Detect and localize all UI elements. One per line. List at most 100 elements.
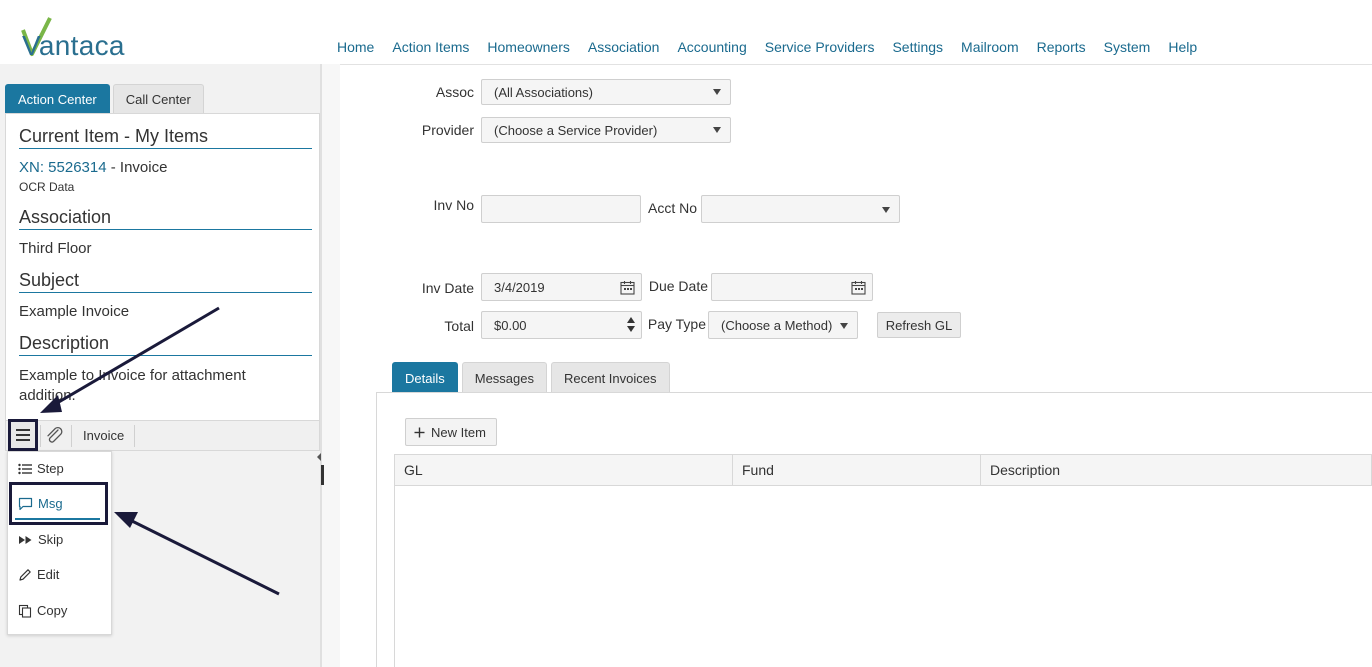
toolbar-divider: [134, 425, 135, 447]
duedate-input[interactable]: [711, 273, 873, 301]
acctno-select[interactable]: [701, 195, 900, 223]
menu-item-skip[interactable]: Skip: [18, 532, 63, 547]
menu-item-msg[interactable]: Msg: [18, 496, 63, 511]
nav-accounting[interactable]: Accounting: [677, 39, 746, 55]
gl-grid-body: [394, 486, 1372, 667]
assoc-value: (All Associations): [494, 84, 593, 100]
speech-bubble-icon: [18, 497, 33, 510]
provider-label: Provider: [421, 122, 474, 138]
collapse-arrow-icon[interactable]: [316, 453, 322, 461]
paytype-value: (Choose a Method): [721, 317, 833, 333]
nav-system[interactable]: System: [1104, 39, 1151, 55]
chevron-down-icon: [882, 207, 890, 213]
msg-active-underline: [15, 518, 100, 520]
menu-item-label: Skip: [38, 532, 64, 547]
association-heading: Association: [19, 207, 112, 227]
vantaca-logo[interactable]: Vantaca: [10, 8, 150, 61]
pencil-icon: [19, 568, 31, 581]
tab-call-center[interactable]: Call Center: [112, 84, 204, 113]
nav-help[interactable]: Help: [1168, 39, 1197, 55]
chevron-down-icon: [713, 127, 721, 133]
chevron-down-icon: [840, 323, 848, 329]
duedate-label: Due Date: [648, 278, 708, 294]
column-header-gl[interactable]: GL: [395, 455, 733, 485]
heading-rule: [19, 148, 312, 149]
invno-input[interactable]: [481, 195, 641, 223]
chevron-down-icon: [713, 89, 721, 95]
menu-item-label: Step: [37, 461, 64, 476]
gl-grid-header: GL Fund Description: [394, 454, 1372, 486]
tab-messages[interactable]: Messages: [461, 362, 547, 393]
paytype-select[interactable]: (Choose a Method): [708, 311, 858, 339]
description-heading: Description: [19, 333, 110, 353]
hamburger-menu-button[interactable]: [8, 419, 38, 451]
nav-home[interactable]: Home: [337, 39, 374, 55]
invno-label: Inv No: [433, 197, 474, 213]
nav-service-providers[interactable]: Service Providers: [765, 39, 875, 55]
xn-link[interactable]: XN: 5526314: [19, 159, 107, 176]
splitter-gutter: [322, 64, 340, 667]
calendar-icon[interactable]: [851, 280, 866, 295]
toolbar-divider: [40, 425, 41, 447]
brand-name: Vantaca: [22, 30, 125, 61]
menu-item-edit[interactable]: Edit: [18, 567, 59, 582]
fast-forward-icon: [19, 535, 32, 544]
nav-settings[interactable]: Settings: [892, 39, 943, 55]
total-label: Total: [444, 318, 474, 334]
column-header-fund[interactable]: Fund: [733, 455, 981, 485]
current-item-card: Current Item - My Items XN: 5526314 - In…: [5, 113, 320, 421]
item-type: - Invoice: [110, 159, 168, 176]
invoice-toolbar-button[interactable]: Invoice: [83, 428, 124, 443]
tab-recent-invoices[interactable]: Recent Invoices: [551, 362, 670, 393]
paperclip-icon[interactable]: [44, 426, 66, 446]
nav-reports[interactable]: Reports: [1037, 39, 1086, 55]
tab-details[interactable]: Details: [392, 362, 458, 393]
total-input[interactable]: $0.00: [481, 311, 642, 339]
calendar-icon[interactable]: [620, 280, 635, 295]
paytype-label: Pay Type: [647, 316, 706, 332]
item-subtitle: OCR Data: [19, 180, 75, 194]
invdate-label: Inv Date: [421, 280, 474, 296]
nav-homeowners[interactable]: Homeowners: [487, 39, 569, 55]
subject-heading: Subject: [19, 270, 80, 290]
description-value: Example to Invoice for attachment additi…: [19, 367, 246, 404]
menu-item-label: Copy: [37, 603, 68, 618]
toolbar-divider: [71, 425, 72, 447]
splitter-handle[interactable]: [321, 465, 324, 485]
acctno-label: Acct No: [647, 200, 697, 216]
left-tabs: Action Center Call Center: [5, 84, 204, 113]
nav-association[interactable]: Association: [588, 39, 660, 55]
provider-select[interactable]: (Choose a Service Provider): [481, 117, 731, 143]
copy-icon: [18, 604, 32, 618]
menu-item-step[interactable]: Step: [18, 461, 64, 476]
menu-item-label: Edit: [37, 567, 60, 582]
invdate-value: 3/4/2019: [494, 279, 545, 295]
heading-rule: [19, 292, 312, 293]
refresh-gl-button[interactable]: Refresh GL: [877, 312, 961, 338]
item-id-line: XN: 5526314 - Invoice: [19, 159, 167, 176]
menu-item-label: Msg: [38, 496, 63, 511]
new-item-button[interactable]: New Item: [405, 418, 497, 446]
column-header-description[interactable]: Description: [981, 455, 1371, 485]
assoc-select[interactable]: (All Associations): [481, 79, 731, 105]
new-item-label: New Item: [431, 424, 486, 440]
heading-rule: [19, 229, 312, 230]
total-value: $0.00: [494, 317, 527, 333]
header-divider: [322, 64, 1372, 65]
current-item-heading: Current Item - My Items: [19, 126, 209, 146]
association-link[interactable]: Third Floor: [19, 240, 92, 257]
subject-value: Example Invoice: [19, 303, 130, 320]
menu-item-copy[interactable]: Copy: [18, 603, 67, 618]
tab-action-center[interactable]: Action Center: [5, 84, 110, 113]
item-toolbar: Invoice: [5, 419, 320, 451]
assoc-label: Assoc: [435, 84, 474, 100]
invdate-input[interactable]: 3/4/2019: [481, 273, 642, 301]
nav-action-items[interactable]: Action Items: [392, 39, 469, 55]
stepper-icon[interactable]: [627, 317, 635, 332]
heading-rule: [19, 355, 312, 356]
nav-mailroom[interactable]: Mailroom: [961, 39, 1019, 55]
hamburger-icon: [16, 428, 30, 443]
app-root: Vantaca Home Action Items Homeowners Ass…: [0, 0, 1372, 667]
provider-value: (Choose a Service Provider): [494, 122, 658, 138]
plus-icon: [414, 427, 425, 437]
